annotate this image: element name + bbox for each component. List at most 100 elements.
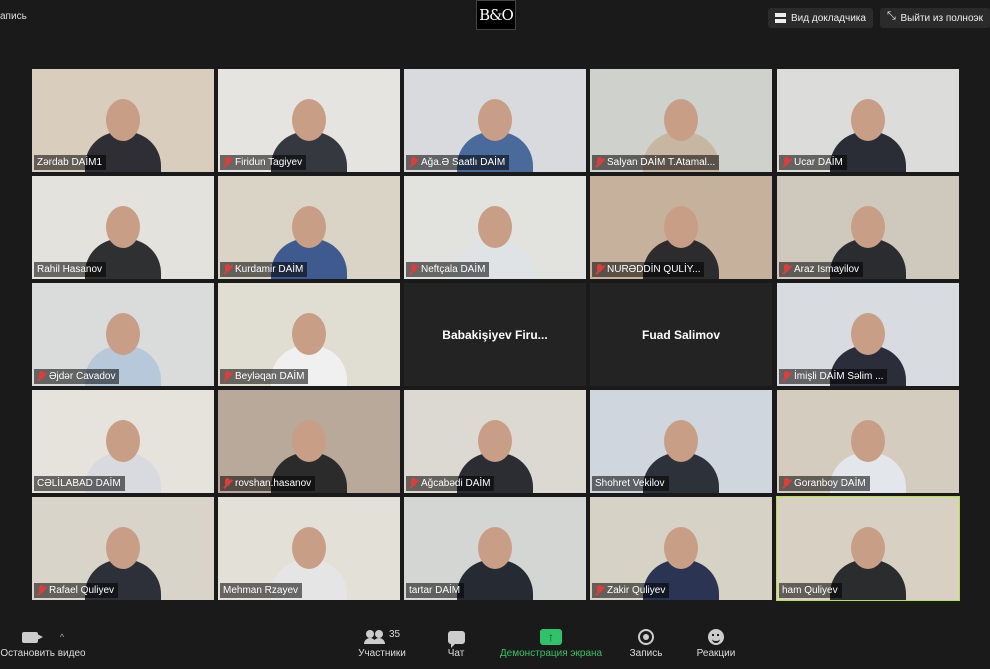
participants-icon	[363, 630, 386, 644]
participant-name-label: Əjdər Cavadov	[34, 369, 120, 384]
participant-name-label: NURƏDDİN QULİY...	[592, 262, 705, 277]
participant-name-label: Ağcabədi DAİM	[406, 476, 495, 491]
participant-tile[interactable]: Ağa.Ə Saatlı DAİM	[404, 69, 586, 172]
muted-mic-icon	[37, 371, 46, 382]
participant-name: CƏLİLABAD DAİM	[37, 478, 121, 489]
participant-head	[292, 206, 326, 248]
record-label: Запись	[629, 648, 663, 659]
participant-name-label: Rafael Quliyev	[34, 583, 119, 598]
participant-name: Neftçala DAİM	[421, 264, 486, 275]
participant-head	[664, 99, 698, 141]
participant-name-label: tartar DAİM	[406, 583, 465, 598]
participant-head	[478, 420, 512, 462]
muted-mic-icon	[223, 478, 232, 489]
participant-head	[851, 206, 885, 248]
participant-tile[interactable]: Mehman Rzayev	[218, 497, 400, 600]
participant-tile[interactable]: NURƏDDİN QULİY...	[590, 176, 772, 279]
participant-tile[interactable]: Ucar DAİM	[777, 69, 959, 172]
muted-mic-icon	[409, 157, 418, 168]
participant-head	[106, 313, 140, 355]
stop-video-button[interactable]: ^ Остановить видео	[0, 626, 86, 659]
muted-mic-icon	[37, 585, 46, 596]
muted-mic-icon	[595, 585, 604, 596]
participant-tile[interactable]: tartar DAİM	[404, 497, 586, 600]
participant-head	[851, 99, 885, 141]
participant-head	[664, 527, 698, 569]
participant-tile[interactable]: Fuad Salimov	[590, 283, 772, 386]
participant-name-label: Rahil Hasanov	[34, 262, 107, 277]
participant-name: Beyləqan DAİM	[235, 371, 305, 382]
participant-tile[interactable]: CƏLİLABAD DAİM	[32, 390, 214, 493]
participant-tile[interactable]: Shohret Vekilov	[590, 390, 772, 493]
participant-head	[106, 527, 140, 569]
participant-name: Fuad Salimov	[641, 327, 721, 342]
participant-name: Rafael Quliyev	[49, 585, 115, 596]
participant-tile[interactable]: Neftçala DAİM	[404, 176, 586, 279]
participant-name-label: Kurdamir DAİM	[220, 262, 308, 277]
participant-tile[interactable]: ham Quliyev	[776, 496, 960, 601]
participant-name-label: Beyləqan DAİM	[220, 369, 309, 384]
exit-fullscreen-button[interactable]: Выйти из полноэк	[880, 8, 990, 28]
participant-name-label: Zakir Quliyev	[592, 583, 670, 598]
muted-mic-icon	[409, 264, 418, 275]
participant-name-label: Neftçala DAİM	[406, 262, 490, 277]
exit-fullscreen-label: Выйти из полноэк	[900, 12, 984, 24]
participant-tile[interactable]: Araz Ismayilov	[777, 176, 959, 279]
participant-name: Ağcabədi DAİM	[421, 478, 491, 489]
chat-icon	[447, 630, 465, 648]
muted-mic-icon	[223, 264, 232, 275]
participant-tile[interactable]: Rahil Hasanov	[32, 176, 214, 279]
participant-tile[interactable]: İmişli DAİM Səlim ...	[777, 283, 959, 386]
participant-head	[664, 420, 698, 462]
participant-name: İmişli DAİM Səlim ...	[794, 371, 884, 382]
participant-tile[interactable]: Kurdamir DAİM	[218, 176, 400, 279]
chat-button[interactable]: Чат	[440, 626, 472, 659]
participant-name-label: Mehman Rzayev	[220, 583, 303, 598]
participant-name-label: Araz Ismayilov	[779, 262, 864, 277]
participant-head	[292, 313, 326, 355]
participant-tile[interactable]: Firidun Tagiyev	[218, 69, 400, 172]
participant-tile[interactable]: Babakişiyev Firu...	[404, 283, 586, 386]
muted-mic-icon	[782, 264, 791, 275]
participant-name-label: Zərdab DAİM1	[34, 155, 107, 170]
participant-tile[interactable]: rovshan.hasanov	[218, 390, 400, 493]
participant-name: Rahil Hasanov	[37, 264, 103, 275]
participant-name-label: Ucar DAİM	[779, 155, 847, 170]
muted-mic-icon	[782, 478, 791, 489]
participant-tile[interactable]: Ağcabədi DAİM	[404, 390, 586, 493]
speaker-view-icon	[775, 13, 786, 23]
participant-name: Firidun Tagiyev	[235, 157, 303, 168]
speaker-view-label: Вид докладчика	[791, 12, 866, 24]
muted-mic-icon	[595, 157, 604, 168]
participant-tile[interactable]: Zakir Quliyev	[590, 497, 772, 600]
participant-name-label: Firidun Tagiyev	[220, 155, 307, 170]
share-screen-icon: ↑	[540, 629, 562, 645]
participant-name: tartar DAİM	[409, 585, 461, 596]
participant-tile[interactable]: Rafael Quliyev	[32, 497, 214, 600]
participant-name: Ağa.Ə Saatlı DAİM	[421, 157, 506, 168]
participant-name: Mehman Rzayev	[223, 585, 299, 596]
record-button[interactable]: Запись	[626, 626, 666, 659]
participant-head	[851, 313, 885, 355]
bo-logo: B&O	[476, 0, 516, 30]
participant-tile[interactable]: Əjdər Cavadov	[32, 283, 214, 386]
participant-name-label: Goranboy DAİM	[779, 476, 870, 491]
share-screen-button[interactable]: ↑ Демонстрация экрана	[496, 626, 606, 659]
chevron-up-icon[interactable]: ^	[60, 632, 64, 642]
participants-button[interactable]: 35 Участники	[352, 626, 412, 660]
participant-tile[interactable]: Salyan DAİM T.Atamal...	[590, 69, 772, 172]
reactions-button[interactable]: Реакции	[694, 626, 738, 659]
participant-tile[interactable]: Goranboy DAİM	[777, 390, 959, 493]
participant-name: Babakişiyev Firu...	[442, 327, 548, 342]
participant-name: rovshan.hasanov	[235, 478, 312, 489]
top-bar: апись B&O Вид докладчика Выйти из полноэ…	[0, 0, 990, 34]
reactions-icon	[708, 629, 724, 645]
participants-label: Участники	[358, 648, 406, 659]
participant-tile[interactable]: Beyləqan DAİM	[218, 283, 400, 386]
participant-name: ham Quliyev	[782, 585, 838, 596]
participant-name: Zərdab DAİM1	[37, 157, 103, 168]
participant-name: Kurdamir DAİM	[235, 264, 304, 275]
participant-tile[interactable]: Zərdab DAİM1	[32, 69, 214, 172]
participant-head	[664, 206, 698, 248]
speaker-view-button[interactable]: Вид докладчика	[768, 8, 873, 28]
